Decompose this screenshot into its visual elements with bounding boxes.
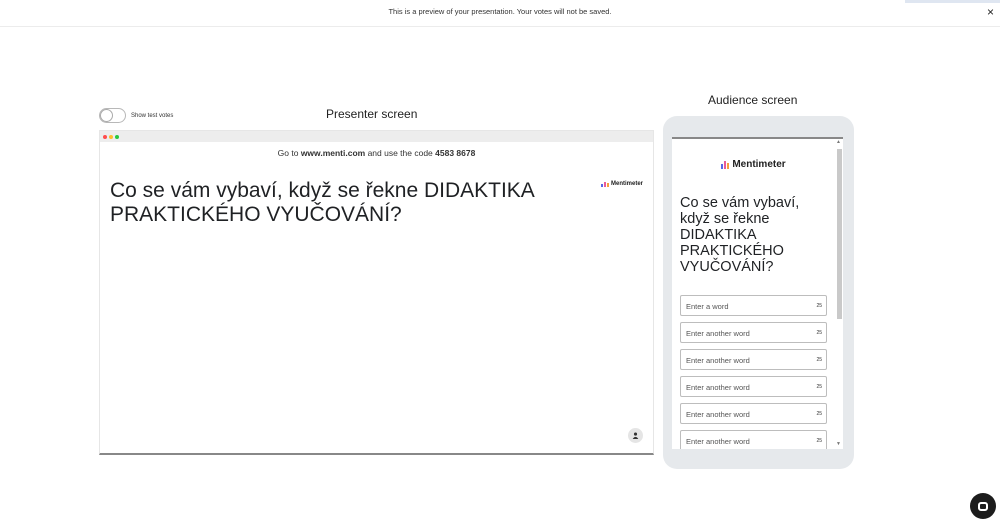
- scrollbar-thumb[interactable]: [837, 149, 842, 319]
- presenter-screen-heading: Presenter screen: [326, 107, 418, 121]
- preview-notice: This is a preview of your presentation. …: [388, 7, 612, 16]
- person-icon[interactable]: [628, 428, 643, 443]
- word-input-1[interactable]: [681, 297, 826, 316]
- char-count: 25: [816, 438, 822, 444]
- audience-screen-heading: Audience screen: [708, 93, 798, 107]
- word-input-4[interactable]: [681, 378, 826, 397]
- mentimeter-logo-icon: [600, 181, 609, 187]
- join-instructions: Go to www.menti.com and use the code 458…: [100, 148, 653, 158]
- preview-banner: This is a preview of your presentation. …: [0, 0, 1000, 27]
- audience-brand-label: Mentimeter: [732, 159, 786, 170]
- word-input-6[interactable]: [681, 432, 826, 449]
- mentimeter-logo-icon: [721, 160, 730, 169]
- presenter-question: Co se vám vybaví, když se řekne DIDAKTIK…: [110, 179, 534, 226]
- audience-phone-frame: Mentimeter Co se vám vybaví, když se řek…: [663, 116, 854, 469]
- presenter-screen: Go to www.menti.com and use the code 458…: [99, 130, 654, 455]
- audience-screen[interactable]: Mentimeter Co se vám vybaví, když se řek…: [672, 137, 843, 449]
- word-input-2[interactable]: [681, 324, 826, 343]
- show-test-votes-label: Show test votes: [131, 112, 174, 119]
- char-count: 25: [816, 330, 822, 336]
- word-input-row: 25: [680, 430, 827, 449]
- scroll-down-icon[interactable]: ▼: [836, 441, 841, 447]
- scroll-up-icon[interactable]: ▲: [836, 139, 841, 145]
- join-mid: and use the code: [365, 148, 436, 158]
- join-url: www.menti.com: [300, 148, 366, 158]
- window-dot-minimize: [109, 134, 113, 139]
- word-input-row: 25: [680, 349, 827, 370]
- word-input-row: 25: [680, 295, 827, 316]
- chat-icon: [978, 501, 988, 511]
- show-test-votes-toggle[interactable]: [99, 108, 126, 123]
- char-count: 25: [816, 303, 822, 309]
- word-input-row: 25: [680, 403, 827, 424]
- join-prefix: Go to: [277, 148, 301, 158]
- window-chrome: [100, 131, 653, 142]
- audience-question: Co se vám vybaví, když se řekne DIDAKTIK…: [680, 195, 800, 275]
- join-code: 4583 8678: [435, 148, 476, 158]
- chat-button[interactable]: [970, 493, 996, 519]
- word-inputs: 25 25 25 25 25 25: [680, 295, 827, 449]
- word-input-3[interactable]: [681, 351, 826, 370]
- show-test-votes-toggle-group: Show test votes: [99, 108, 173, 123]
- word-input-row: 25: [680, 376, 827, 397]
- toggle-knob: [100, 109, 113, 122]
- char-count: 25: [816, 384, 822, 390]
- char-count: 25: [816, 411, 822, 417]
- audience-scrollbar[interactable]: ▲ ▼: [836, 139, 842, 447]
- word-input-row: 25: [680, 322, 827, 343]
- window-dot-maximize: [115, 134, 119, 139]
- word-input-5[interactable]: [681, 405, 826, 424]
- char-count: 25: [816, 357, 822, 363]
- audience-brand: Mentimeter: [672, 159, 835, 170]
- presenter-brand-label: Mentimeter: [610, 181, 643, 187]
- close-icon[interactable]: ×: [987, 5, 994, 19]
- presenter-brand: Mentimeter: [600, 181, 643, 187]
- banner-accent: [905, 0, 1000, 3]
- window-dot-close: [103, 134, 107, 139]
